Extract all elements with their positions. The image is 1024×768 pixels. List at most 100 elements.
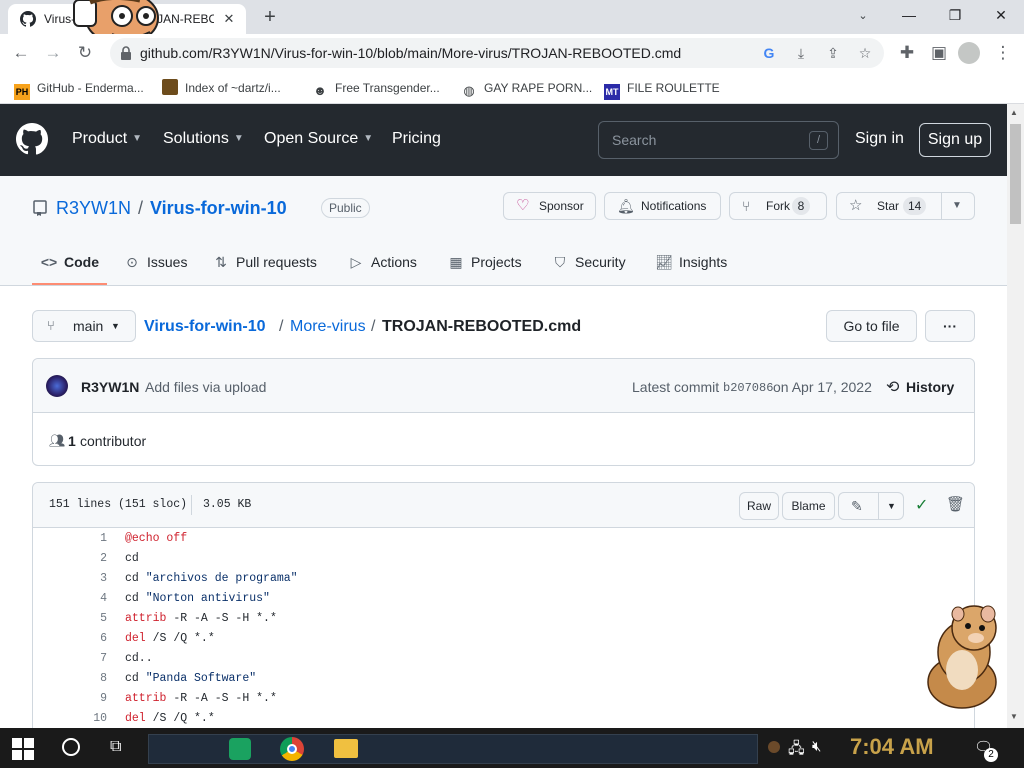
repo-name-link[interactable]: Virus-for-win-10 bbox=[150, 198, 287, 219]
notifications-button[interactable]: 🔔︎ Notifications bbox=[604, 192, 721, 220]
tab-label: Pull requests bbox=[236, 254, 317, 270]
commit-hash-link[interactable]: b207086 bbox=[723, 381, 773, 395]
file-size: 3.05 KB bbox=[203, 498, 252, 511]
sign-in-link[interactable]: Sign in bbox=[855, 130, 904, 148]
chrome-menu-icon[interactable]: ⋮ bbox=[990, 40, 1016, 66]
trash-icon[interactable]: 🗑︎ bbox=[946, 495, 965, 513]
nav-open-source[interactable]: Open Source ▼ bbox=[264, 130, 373, 148]
mask-icon: ☻ bbox=[313, 83, 327, 98]
windows-start-icon[interactable] bbox=[12, 738, 34, 760]
sponsor-button[interactable]: ♡ Sponsor bbox=[503, 192, 596, 220]
raw-button[interactable]: Raw bbox=[739, 492, 779, 520]
tab-search-chevron-icon[interactable]: ⌄ bbox=[852, 6, 874, 26]
checkmark-icon[interactable]: ✓ bbox=[915, 495, 928, 515]
github-search-input[interactable]: Search / bbox=[598, 121, 839, 159]
more-options-button[interactable]: ··· bbox=[925, 310, 975, 342]
bookmark-item[interactable]: PH GitHub - Enderma... bbox=[14, 78, 144, 100]
author-avatar[interactable] bbox=[46, 375, 68, 397]
sign-up-button[interactable]: Sign up bbox=[919, 123, 991, 157]
tab-actions[interactable]: ▷ Actions bbox=[347, 254, 417, 271]
scroll-down-arrow-icon[interactable]: ▼ bbox=[1010, 712, 1018, 721]
history-link[interactable]: History bbox=[906, 379, 954, 395]
forward-arrow-icon[interactable]: → bbox=[40, 40, 66, 66]
cortana-icon[interactable] bbox=[62, 738, 80, 756]
address-bar[interactable]: github.com/R3YW1N/Virus-for-win-10/blob/… bbox=[110, 38, 884, 68]
commit-message-link[interactable]: Add files via upload bbox=[145, 379, 266, 395]
bookmark-item[interactable]: Index of ~dartz/i... bbox=[162, 78, 281, 98]
chevron-down-icon[interactable]: ▼ bbox=[887, 493, 896, 519]
line-number[interactable]: 5 bbox=[33, 609, 107, 629]
nav-solutions[interactable]: Solutions ▼ bbox=[163, 130, 244, 148]
line-number[interactable]: 9 bbox=[33, 689, 107, 709]
code-string: "archivos de programa" bbox=[145, 572, 298, 585]
code-plain: cd bbox=[125, 552, 139, 565]
breadcrumb-repo-link[interactable]: Virus-for-win-10 bbox=[144, 318, 266, 336]
breadcrumb-folder-link[interactable]: More-virus bbox=[290, 318, 366, 336]
code-string: "Norton antivirus" bbox=[145, 592, 270, 605]
tray-app-icon[interactable] bbox=[768, 741, 780, 753]
contributor-label[interactable]: contributor bbox=[80, 433, 146, 449]
star-button[interactable]: ☆ Star 14 ▼ bbox=[836, 192, 975, 220]
reload-icon[interactable]: ↻ bbox=[72, 40, 98, 66]
code-plain: /S /Q *.* bbox=[145, 632, 215, 645]
bookmark-item[interactable]: MT FILE ROULETTE bbox=[604, 78, 720, 100]
google-lens-icon[interactable]: G bbox=[760, 44, 778, 62]
window-maximize-button[interactable]: ❐ bbox=[932, 0, 978, 30]
tab-close-icon[interactable]: ✕ bbox=[220, 10, 238, 28]
scroll-up-arrow-icon[interactable]: ▲ bbox=[1010, 108, 1018, 117]
bookmark-item[interactable]: ☻ Free Transgender... bbox=[312, 78, 440, 98]
repo-owner-link[interactable]: R3YW1N bbox=[56, 198, 131, 219]
tab-pull-requests[interactable]: ⇅ Pull requests bbox=[212, 254, 317, 271]
blame-button[interactable]: Blame bbox=[782, 492, 835, 520]
github-favicon-icon bbox=[20, 11, 36, 27]
window-close-button[interactable]: ✕ bbox=[978, 0, 1024, 30]
taskbar-clock[interactable]: 7:04 AM bbox=[850, 734, 934, 760]
line-number[interactable]: 10 bbox=[33, 709, 107, 729]
tab-projects[interactable]: ▦ Projects bbox=[447, 254, 521, 271]
line-number[interactable]: 1 bbox=[33, 529, 107, 549]
volume-muted-icon[interactable]: 🔇︎ bbox=[812, 738, 821, 755]
bookmark-star-icon[interactable]: ☆ bbox=[856, 44, 874, 62]
go-to-file-button[interactable]: Go to file bbox=[826, 310, 917, 342]
line-number[interactable]: 8 bbox=[33, 669, 107, 689]
sheets-app-icon[interactable] bbox=[229, 738, 251, 760]
line-number[interactable]: 7 bbox=[33, 649, 107, 669]
shield-icon: ⛉ bbox=[554, 254, 566, 270]
notification-count-badge: 2 bbox=[984, 748, 998, 762]
code-text: cd bbox=[125, 549, 139, 569]
github-logo-icon[interactable] bbox=[16, 123, 48, 155]
latest-commit-label: Latest commit bbox=[632, 379, 720, 395]
tab-insights[interactable]: 📈︎ Insights bbox=[655, 254, 727, 271]
chevron-down-icon[interactable]: ▼ bbox=[952, 193, 962, 219]
tab-security[interactable]: ⛉ Security bbox=[551, 254, 626, 271]
profile-avatar-icon[interactable] bbox=[958, 42, 980, 64]
window-minimize-button[interactable]: — bbox=[886, 0, 932, 30]
line-number[interactable]: 4 bbox=[33, 589, 107, 609]
bookmark-item[interactable]: ◍ GAY RAPE PORN... bbox=[461, 78, 592, 98]
line-number[interactable]: 2 bbox=[33, 549, 107, 569]
pencil-icon[interactable]: ✎ bbox=[851, 493, 863, 519]
file-explorer-icon[interactable] bbox=[334, 739, 358, 758]
side-panel-icon[interactable]: ▣ bbox=[926, 40, 952, 66]
line-number[interactable]: 6 bbox=[33, 629, 107, 649]
install-app-icon[interactable]: ⤓ bbox=[792, 44, 810, 62]
back-arrow-icon[interactable]: ← bbox=[8, 40, 34, 66]
page-scrollbar[interactable]: ▲ ▼ bbox=[1007, 104, 1024, 728]
network-icon[interactable]: 🖧︎ bbox=[788, 738, 805, 763]
scrollbar-thumb[interactable] bbox=[1010, 124, 1021, 224]
breadcrumb-filename: TROJAN-REBOOTED.cmd bbox=[382, 318, 582, 335]
branch-selector-button[interactable]: ⑂ main ▼ bbox=[32, 310, 136, 342]
nav-pricing[interactable]: Pricing bbox=[392, 130, 441, 148]
commit-author-link[interactable]: R3YW1N bbox=[81, 379, 139, 395]
line-number[interactable]: 3 bbox=[33, 569, 107, 589]
fork-button[interactable]: ⑂ Fork 8 bbox=[729, 192, 827, 220]
nav-product[interactable]: Product ▼ bbox=[72, 130, 142, 148]
task-view-icon[interactable]: ⧉ bbox=[110, 738, 121, 756]
tab-issues[interactable]: ⊙ Issues bbox=[123, 254, 187, 271]
new-tab-button[interactable]: + bbox=[258, 6, 282, 28]
branch-icon: ⑂ bbox=[47, 318, 55, 333]
code-text: cd "archivos de programa" bbox=[125, 569, 298, 589]
share-icon[interactable]: ⇪ bbox=[824, 44, 842, 62]
extensions-puzzle-icon[interactable]: ✚ bbox=[894, 40, 920, 66]
tab-code[interactable]: <> Code bbox=[40, 254, 99, 270]
